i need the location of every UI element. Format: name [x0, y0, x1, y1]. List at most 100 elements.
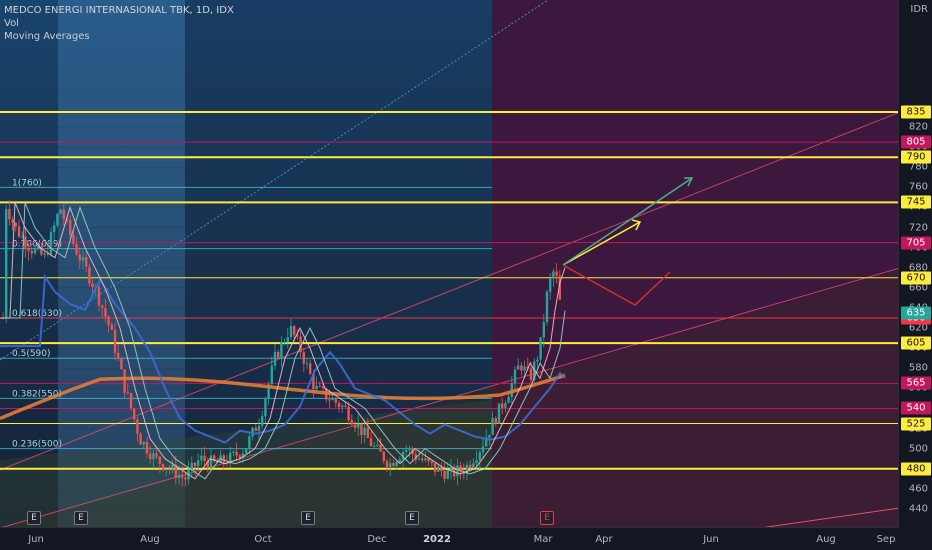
- candle-body: [136, 419, 139, 434]
- fib-label: 0.786(699): [12, 240, 62, 250]
- candle-body: [123, 369, 126, 393]
- candle-body: [389, 463, 392, 467]
- candle-body: [56, 214, 59, 226]
- price-level-badge: 605: [901, 336, 931, 350]
- candle-body: [337, 402, 341, 408]
- candle-body: [203, 455, 206, 462]
- candle-body: [8, 209, 11, 220]
- candle-body: [17, 226, 21, 237]
- time-axis[interactable]: Jun Aug Oct Dec 2022 Mar Apr Jun Aug Sep: [0, 527, 900, 550]
- candle-body: [104, 307, 107, 317]
- candle-body: [158, 456, 161, 464]
- price-tick-label: 820: [908, 121, 928, 133]
- candle-body: [88, 266, 91, 284]
- candle-body: [433, 462, 437, 472]
- candle-body: [97, 286, 101, 306]
- candle-body: [30, 251, 33, 254]
- candle-body: [305, 363, 309, 365]
- candle-body: [424, 458, 427, 461]
- candle-body: [395, 462, 398, 467]
- price-axis[interactable]: IDR 440460480500520540560580600620640660…: [898, 0, 932, 550]
- candle-body: [318, 385, 321, 387]
- candle-body: [81, 257, 85, 261]
- candle-body: [398, 459, 401, 463]
- candle-body: [405, 450, 408, 452]
- time-tick-label: Jun: [703, 534, 719, 545]
- candle-body: [443, 470, 446, 479]
- candle-body: [161, 463, 165, 470]
- candle-body: [501, 403, 504, 408]
- candle-body: [181, 474, 184, 478]
- last-price-badge: 635: [901, 306, 931, 320]
- candle-body: [536, 359, 539, 362]
- candle-body: [552, 271, 555, 279]
- candle-body: [507, 396, 510, 403]
- candle-body: [193, 462, 197, 467]
- candle-body: [101, 305, 104, 308]
- candle-body: [235, 451, 238, 456]
- candle-body: [417, 458, 421, 460]
- moving-averages-legend: Moving Averages: [4, 31, 90, 42]
- price-chart[interactable]: 1(760)0.786(699)0.618(630)0.5(590)0.382(…: [0, 0, 932, 550]
- candle-body: [248, 436, 251, 449]
- candle-body: [517, 365, 520, 370]
- candle-body: [497, 403, 501, 424]
- fib-label: 0.236(500): [12, 440, 62, 450]
- candle-body: [341, 405, 344, 408]
- candle-body: [200, 455, 203, 461]
- time-tick-label: Apr: [595, 534, 613, 545]
- candle-body: [408, 449, 411, 451]
- candle-body: [472, 463, 475, 468]
- price-level-badge: 790: [901, 150, 931, 164]
- price-tick-label: 500: [908, 443, 928, 455]
- earnings-marker[interactable]: E: [74, 511, 88, 525]
- candle-body: [177, 474, 181, 478]
- candle-body: [11, 219, 14, 223]
- candle-body: [261, 416, 264, 426]
- price-level-badge: 565: [901, 376, 931, 390]
- earnings-marker[interactable]: E: [301, 511, 315, 525]
- candle-body: [478, 452, 481, 461]
- earnings-marker[interactable]: E: [405, 511, 419, 525]
- candle-body: [184, 477, 187, 480]
- candle-body: [168, 468, 171, 470]
- candle-body: [14, 222, 17, 227]
- candle-body: [369, 438, 373, 446]
- candle-body: [315, 385, 318, 390]
- candle-body: [334, 398, 337, 403]
- fib-label: 0.5(590): [12, 349, 51, 359]
- candle-body: [344, 405, 347, 407]
- earnings-marker[interactable]: E: [27, 511, 41, 525]
- candle-body: [366, 427, 369, 439]
- time-tick-label: 2022: [423, 534, 451, 545]
- candle-body: [62, 209, 65, 219]
- time-tick-label: Sep: [876, 534, 896, 545]
- candle-body: [91, 283, 94, 288]
- candle-body: [520, 365, 523, 371]
- candle-body: [302, 352, 305, 364]
- candle-body: [165, 468, 168, 470]
- price-tick-label: 720: [908, 222, 928, 234]
- candle-body: [133, 408, 136, 420]
- candle-body: [392, 463, 395, 467]
- candle-body: [283, 342, 286, 344]
- time-tick-label: Mar: [533, 534, 553, 545]
- candle-body: [321, 386, 325, 389]
- candle-body: [385, 461, 389, 467]
- candle-body: [85, 257, 88, 267]
- price-level-badge: 525: [901, 417, 931, 431]
- price-tick-label: 580: [908, 362, 928, 374]
- candle-body: [347, 406, 350, 421]
- candle-body: [75, 244, 78, 255]
- candle-body: [238, 455, 241, 458]
- fib-label: 1(760): [12, 178, 42, 188]
- price-tick-label: 760: [908, 181, 928, 193]
- candle-body: [376, 444, 379, 446]
- earnings-marker[interactable]: E: [540, 511, 554, 525]
- candle-body: [542, 322, 545, 338]
- candle-body: [120, 358, 123, 370]
- price-level-badge: 540: [901, 401, 931, 415]
- candle-body: [155, 453, 158, 457]
- volume-legend: Vol: [4, 18, 19, 29]
- candle-body: [171, 464, 174, 470]
